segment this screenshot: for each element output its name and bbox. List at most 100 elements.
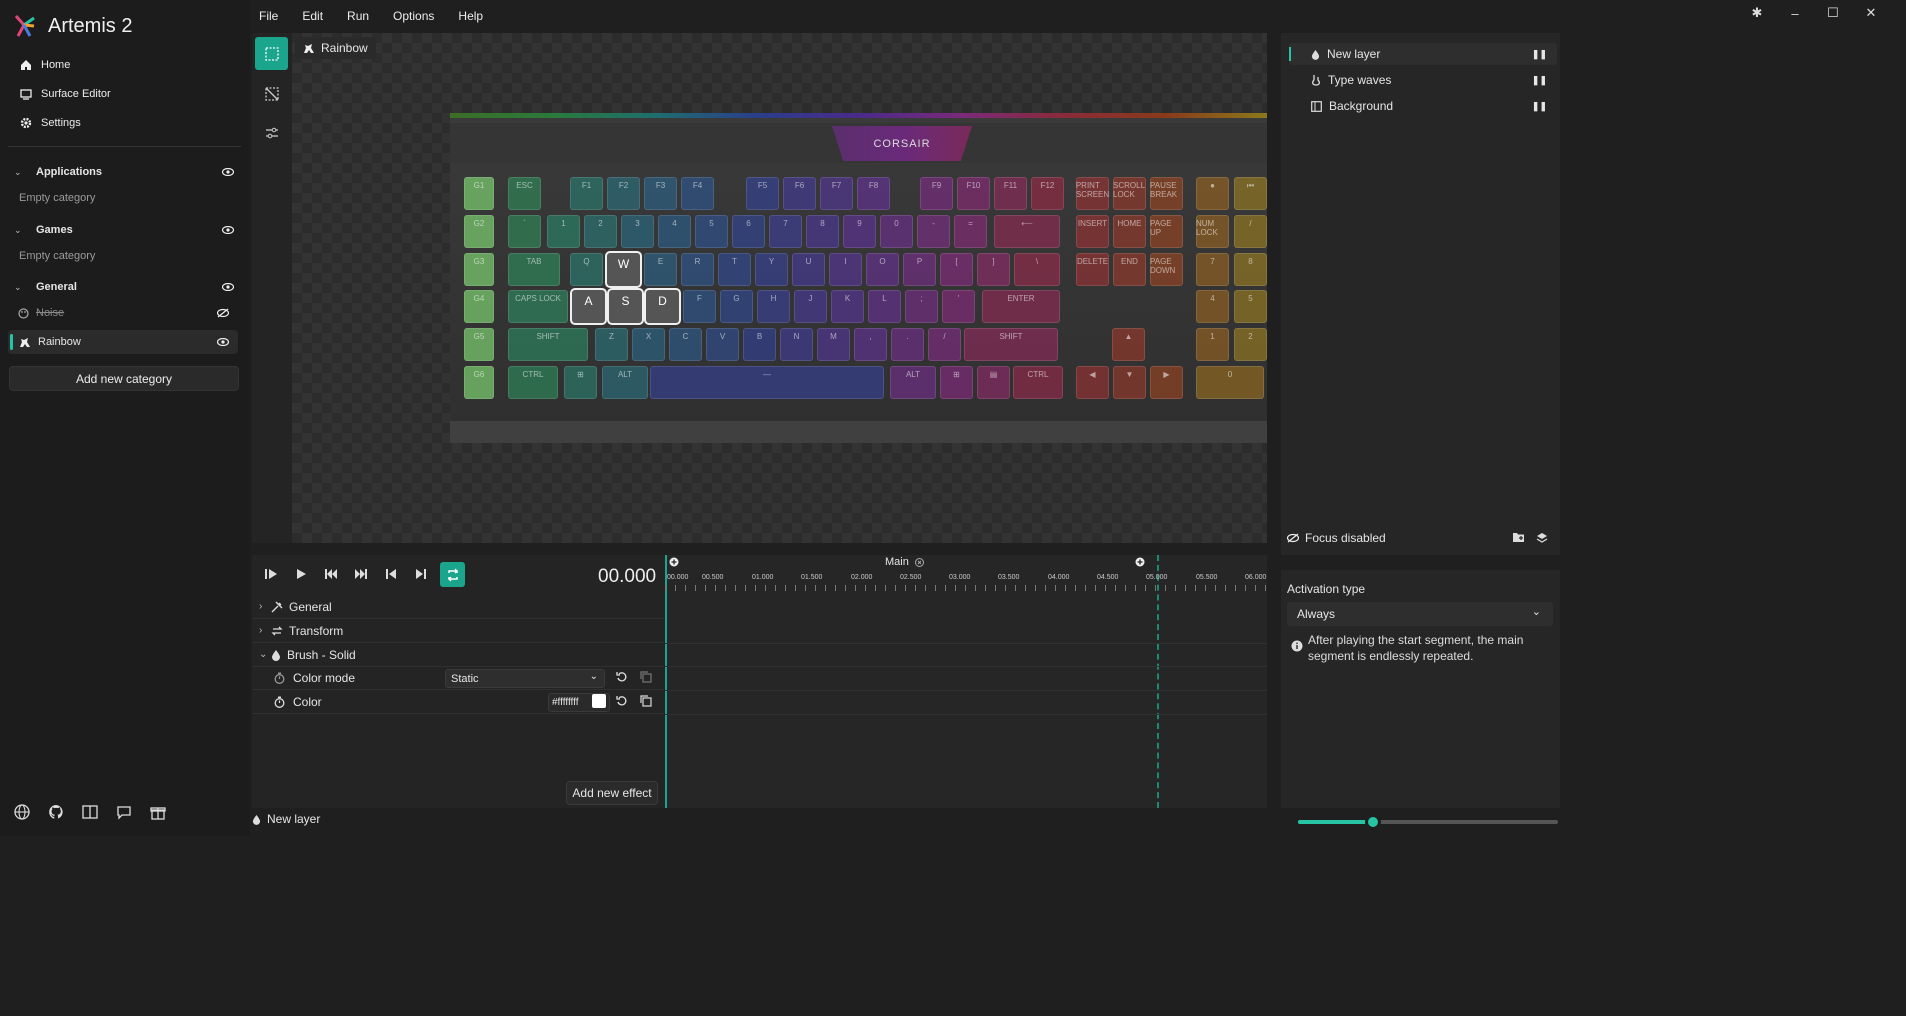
keyboard-key[interactable]: F12 [1031,177,1064,210]
keyboard-key[interactable]: NUM LOCK [1196,215,1229,248]
chevron-down-icon[interactable]: ⌄ [14,282,28,293]
eye-icon[interactable] [222,283,234,291]
keyboard-key[interactable]: ▤ [977,366,1010,399]
github-icon[interactable] [48,804,64,820]
layer-item-new-layer[interactable]: New layer ❚❚ [1289,43,1557,65]
keyboard-key[interactable]: B [743,328,776,361]
remove-segment-icon[interactable] [915,558,924,567]
keyboard-key[interactable]: HOME [1113,215,1146,248]
keyboard-key[interactable]: ⟵ [994,215,1060,248]
keyboard-key[interactable]: W [607,253,640,286]
keyboard-key[interactable]: \ [1014,253,1060,286]
keyboard-key[interactable]: O [866,253,899,286]
keyboard-key[interactable]: I [829,253,862,286]
pause-icon[interactable]: ❚❚ [1532,101,1547,112]
keyboard-key[interactable]: ] [977,253,1010,286]
chevron-down-icon[interactable]: ⌄ [14,225,28,236]
keyboard-key[interactable]: / [1234,215,1267,248]
copy-icon[interactable] [640,671,652,683]
keyboard-key[interactable]: ` [508,215,541,248]
keyboard-key[interactable]: F1 [570,177,603,210]
nav-settings[interactable]: Settings [20,117,81,129]
keyboard-key[interactable]: K [831,290,864,323]
selection-tool-button[interactable] [255,37,288,70]
keyboard-key[interactable]: P [903,253,936,286]
profile-rainbow[interactable]: Rainbow [8,330,238,354]
keyboard-key[interactable]: / [928,328,961,361]
menu-edit[interactable]: Edit [302,9,323,23]
keyboard-key[interactable]: 3 [621,215,654,248]
keyboard-key[interactable]: ⏮ [1234,177,1267,210]
keyboard-key[interactable]: F8 [857,177,890,210]
keyboard-key[interactable]: DELETE [1076,253,1109,286]
layer-item-type-waves[interactable]: Type waves ❚❚ [1289,69,1557,91]
eye-icon[interactable] [217,338,229,346]
focus-toggle[interactable]: Focus disabled [1287,531,1386,545]
keyboard-key[interactable]: - [917,215,950,248]
keyboard-key[interactable]: ' [942,290,975,323]
category-applications[interactable]: ⌄ Applications [8,161,241,183]
keyboard-key[interactable]: END [1113,253,1146,286]
keyboard-key[interactable]: L [868,290,901,323]
deselect-tool-button[interactable] [255,77,288,110]
property-group-general[interactable]: › General [252,595,664,619]
zoom-slider[interactable] [1298,814,1558,830]
keyboard-key[interactable]: M [817,328,850,361]
keyboard-key[interactable]: ; [905,290,938,323]
keyboard-key[interactable]: D [646,290,679,323]
keyboard-key[interactable]: ⊞ [940,366,973,399]
add-category-button[interactable]: Add new category [9,366,239,391]
keyboard-key[interactable]: TAB [508,253,560,286]
add-effect-button[interactable]: Add new effect [566,781,658,805]
keyboard-key[interactable]: X [632,328,665,361]
keyboard-key[interactable]: H [757,290,790,323]
keyboard-key[interactable]: PRINT SCREEN [1076,177,1109,210]
keyboard-key[interactable]: CTRL [508,366,558,399]
keyboard-key[interactable]: G5 [464,328,494,361]
keyboard-key[interactable]: V [706,328,739,361]
category-general[interactable]: ⌄ General [8,276,241,298]
adjust-tool-button[interactable] [255,116,288,149]
timeline-track-area[interactable]: Main 00.000 00.500 01.000 01.500 02.000 … [665,555,1267,808]
nav-home[interactable]: Home [20,59,70,71]
keyboard-key[interactable]: SHIFT [508,328,588,361]
keyboard-key[interactable]: , [854,328,887,361]
repeat-button[interactable] [440,562,465,587]
eye-off-icon[interactable] [217,308,229,318]
profile-noise[interactable]: Noise [8,301,238,325]
chevron-right-icon[interactable]: › [259,601,271,612]
keyboard-key[interactable]: ▲ [1112,328,1145,361]
stopwatch-icon[interactable] [274,672,285,684]
keyboard-key[interactable]: ALT [602,366,648,399]
keyboard-key[interactable]: F3 [644,177,677,210]
menu-run[interactable]: Run [347,9,369,23]
keyboard-key[interactable]: A [572,290,605,323]
keyboard-key[interactable]: 2 [1234,328,1267,361]
keyboard-key[interactable]: F7 [820,177,853,210]
keyboard-key[interactable]: 8 [806,215,839,248]
color-swatch[interactable] [592,694,606,708]
keyboard-key[interactable]: N [780,328,813,361]
keyboard-key[interactable]: G2 [464,215,494,248]
keyboard-key[interactable]: = [954,215,987,248]
time-ruler[interactable]: 00.000 00.500 01.000 01.500 02.000 02.50… [665,571,1267,591]
keyboard-key[interactable]: Q [570,253,603,286]
keyboard-key[interactable]: Z [595,328,628,361]
keyboard-key[interactable]: 2 [584,215,617,248]
add-folder-icon[interactable] [1512,532,1525,543]
keyboard-key[interactable]: ENTER [982,290,1060,323]
keyboard-key[interactable]: G1 [464,177,494,210]
keyboard-key[interactable]: F11 [994,177,1027,210]
menu-help[interactable]: Help [458,9,483,23]
keyboard-key[interactable]: 7 [769,215,802,248]
reset-icon[interactable] [616,695,628,707]
keyboard-key[interactable]: T [718,253,751,286]
keyboard-key[interactable]: J [794,290,827,323]
reset-icon[interactable] [616,671,628,683]
keyboard-key[interactable]: ESC [508,177,541,210]
chevron-down-icon[interactable]: ⌄ [259,649,271,660]
pause-icon[interactable]: ❚❚ [1532,75,1547,86]
next-frame-button[interactable] [410,563,432,585]
keyboard-key[interactable]: PAUSE BREAK [1150,177,1183,210]
eye-icon[interactable] [222,168,234,176]
